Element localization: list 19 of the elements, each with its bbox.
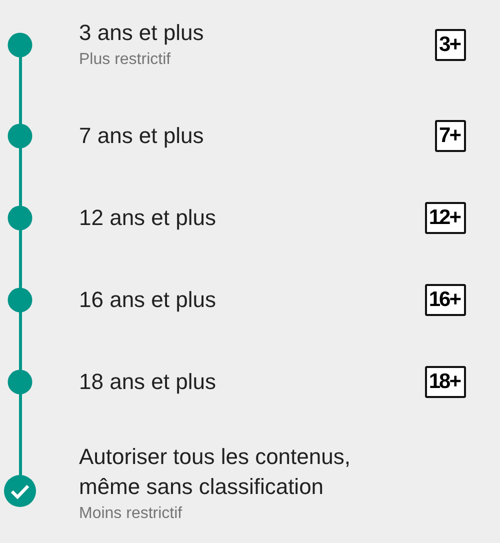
rating-description: Moins restrictif [79, 504, 184, 524]
radio-dot-icon[interactable] [6, 31, 34, 59]
rating-title: 18 ans et plus [79, 368, 217, 396]
rating-title: 7 ans et plus [79, 122, 205, 150]
rating-title: 16 ans et plus [79, 286, 217, 314]
age-rating-badge: 7+ [435, 120, 466, 152]
age-rating-badge: 18+ [424, 366, 466, 398]
radio-dot-icon[interactable] [6, 286, 34, 314]
age-rating-badge: 16+ [424, 284, 466, 316]
radio-dot-icon[interactable] [6, 204, 34, 232]
rating-title: 3 ans et plus [79, 19, 205, 47]
check-icon[interactable] [4, 475, 36, 507]
rating-title: 12 ans et plus [79, 204, 217, 232]
rating-description: Plus restrictif [79, 50, 172, 70]
age-rating-badge: 12+ [424, 202, 466, 234]
age-rating-badge: 3+ [435, 29, 466, 61]
radio-dot-icon[interactable] [6, 368, 34, 396]
radio-dot-icon[interactable] [6, 122, 34, 150]
rating-title: Autoriser tous les contenus, même sans classification [79, 443, 352, 501]
